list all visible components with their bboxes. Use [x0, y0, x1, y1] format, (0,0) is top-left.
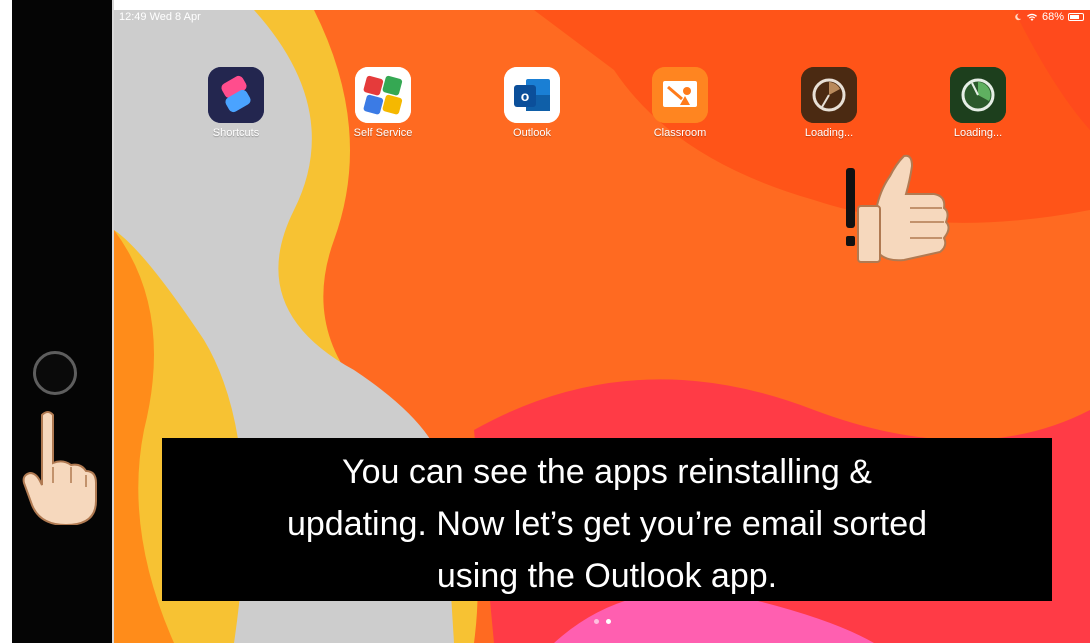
instruction-caption: You can see the apps reinstalling & upda…: [162, 438, 1052, 601]
app-label: Loading...: [953, 127, 1003, 139]
wifi-icon: [1026, 13, 1037, 21]
app-label: Outlook: [513, 127, 551, 139]
page-dot-1[interactable]: [594, 619, 599, 624]
app-label: Classroom: [653, 127, 707, 139]
home-screen: 12:49 Wed 8 Apr 68% Shortcuts Self Servi…: [114, 10, 1090, 643]
page-dot-2[interactable]: [606, 619, 611, 624]
app-outlook[interactable]: o Outlook: [487, 67, 577, 139]
app-classroom[interactable]: Classroom: [635, 67, 725, 139]
caption-line-3: using the Outlook app.: [436, 557, 778, 595]
loading-app-icon: [950, 67, 1006, 123]
caption-line-1: You can see the apps reinstalling &: [342, 453, 872, 491]
shortcuts-icon: [208, 67, 264, 123]
battery-percent: 68%: [1041, 11, 1064, 23]
app-label: Loading...: [804, 127, 854, 139]
app-label: Shortcuts: [212, 127, 260, 139]
app-self-service[interactable]: Self Service: [338, 67, 428, 139]
outlook-icon: o: [504, 67, 560, 123]
battery-icon: [1068, 13, 1084, 21]
self-service-icon: [355, 67, 411, 123]
status-bar: 12:49 Wed 8 Apr 68%: [114, 10, 1090, 26]
page-indicator[interactable]: [594, 619, 611, 624]
thumbs-up-exclamation-icon: [846, 154, 950, 263]
app-loading-2[interactable]: Loading...: [933, 67, 1023, 139]
pointing-hand-icon: [22, 411, 97, 525]
loading-app-icon: [801, 67, 857, 123]
app-shortcuts[interactable]: Shortcuts: [191, 67, 281, 139]
svg-text:o: o: [521, 88, 530, 104]
status-time: 12:49 Wed 8 Apr: [119, 11, 201, 23]
bezel-frame: [12, 0, 114, 643]
app-loading-1[interactable]: Loading...: [784, 67, 874, 139]
device-bezel: [0, 0, 114, 643]
app-label: Self Service: [353, 127, 413, 139]
caption-line-2: updating. Now let’s get you’re email sor…: [286, 505, 928, 543]
classroom-icon: [652, 67, 708, 123]
status-icons: 68%: [1014, 11, 1084, 23]
moon-icon: [1015, 13, 1022, 21]
home-button[interactable]: [33, 351, 77, 395]
